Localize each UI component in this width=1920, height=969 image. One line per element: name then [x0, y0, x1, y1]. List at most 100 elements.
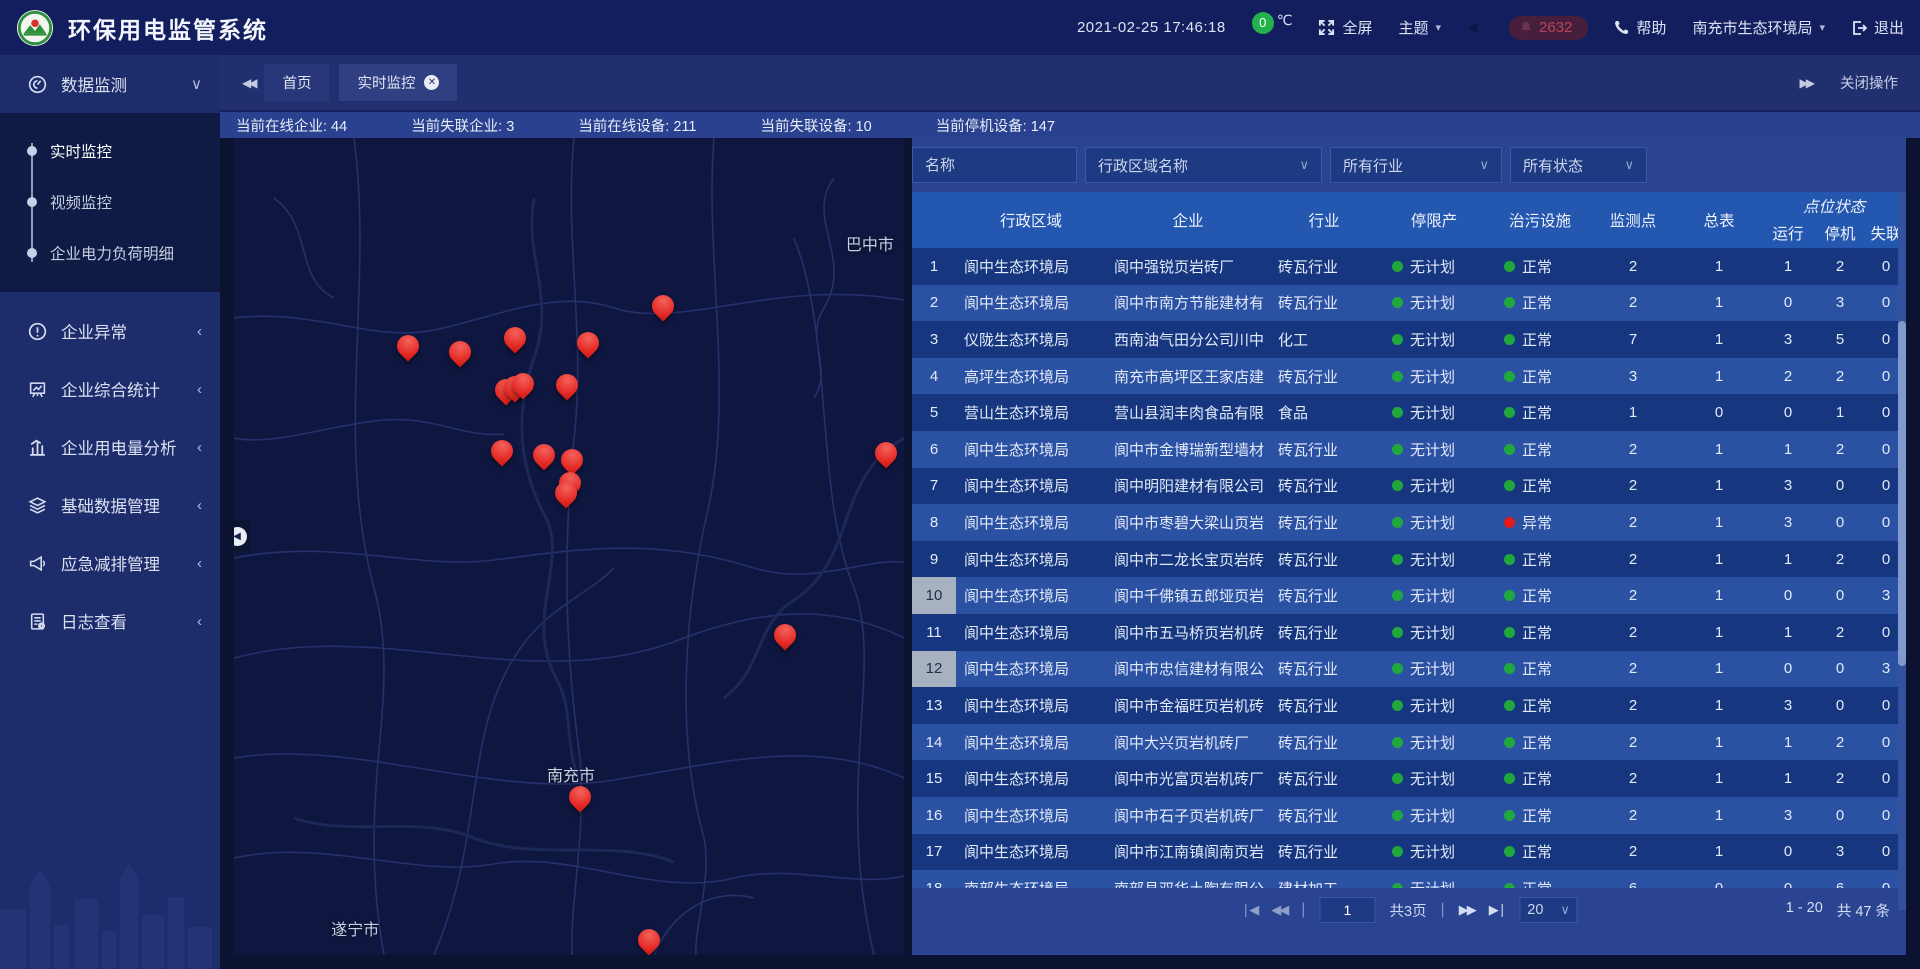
table-row[interactable]: 10阆中生态环境局阆中千佛镇五郎垭页岩砖瓦行业无计划正常21003	[912, 577, 1906, 614]
bar-chart-icon	[26, 438, 48, 457]
notification-count: 2632	[1539, 19, 1572, 36]
megaphone-icon	[26, 554, 48, 573]
industry-filter-select[interactable]: 所有行业 ∨	[1330, 147, 1502, 183]
name-filter-input[interactable]	[912, 147, 1077, 183]
table-row[interactable]: 14阆中生态环境局阆中大兴页岩机砖厂砖瓦行业无计划正常21120	[912, 724, 1906, 761]
page-number-input[interactable]	[1319, 897, 1375, 923]
map-collapse-handle[interactable]: ◀	[234, 520, 250, 552]
cell-meters: 1	[1676, 587, 1762, 604]
prev-page-icon[interactable]: ◀◀	[1271, 902, 1287, 918]
status-dot-icon	[1504, 627, 1515, 638]
cell-facility-status: 正常	[1490, 549, 1590, 570]
table-row[interactable]: 8阆中生态环境局阆中市枣碧大梁山页岩砖瓦行业无计划异常21300	[912, 504, 1906, 541]
map-pin-icon[interactable]	[555, 482, 577, 504]
map-pin-icon[interactable]	[533, 444, 555, 466]
map-pin-icon[interactable]	[556, 374, 578, 396]
chevron-down-icon: ∨	[1560, 902, 1570, 918]
table-row[interactable]: 16阆中生态环境局阆中市石子页岩机砖厂砖瓦行业无计划正常21300	[912, 797, 1906, 834]
table-header: 行政区域企业行业停限产治污设施监测点总表点位状态运行停机失联	[912, 192, 1906, 248]
theme-dropdown[interactable]: 主题 ▾	[1399, 17, 1442, 38]
status-dot-icon	[1392, 773, 1403, 784]
temperature-unit: ℃	[1277, 12, 1293, 29]
row-index: 9	[912, 541, 956, 578]
table-row[interactable]: 3仪陇生态环境局西南油气田分公司川中化工无计划正常71350	[912, 321, 1906, 358]
scrollbar-thumb[interactable]	[1898, 321, 1906, 666]
cell-facility-status: 正常	[1490, 439, 1590, 460]
fullscreen-button[interactable]: 全屏	[1318, 17, 1372, 38]
map-pin-icon[interactable]	[652, 295, 674, 317]
map-pin-icon[interactable]	[491, 440, 513, 462]
cell-meters: 1	[1676, 514, 1762, 531]
table-row[interactable]: 7阆中生态环境局阆中明阳建材有限公司砖瓦行业无计划正常21300	[912, 468, 1906, 505]
sidebar-item-1[interactable]: 企业异常‹	[0, 302, 220, 360]
sidebar-item-6[interactable]: 日志查看‹	[0, 592, 220, 650]
map-pin-icon[interactable]	[569, 786, 591, 808]
cell-points: 2	[1590, 551, 1676, 568]
table-row[interactable]: 12阆中生态环境局阆中市忠信建材有限公砖瓦行业无计划正常21003	[912, 651, 1906, 688]
first-page-icon[interactable]: ❘◀	[1240, 902, 1257, 918]
map-pin-icon[interactable]	[638, 929, 660, 951]
table-row[interactable]: 5营山生态环境局营山县润丰肉食品有限食品无计划正常10010	[912, 394, 1906, 431]
map-pin-icon[interactable]	[774, 624, 796, 646]
cell-facility-status: 正常	[1490, 768, 1590, 789]
filter-bar: 行政区域名称 ∨ 所有行业 ∨ 所有状态 ∨	[912, 147, 1906, 183]
sidebar-subitem[interactable]: 企业电力负荷明细	[0, 227, 220, 278]
tabs-scroll-right-icon[interactable]: ▶▶	[1800, 76, 1812, 90]
announcement-button[interactable]	[1467, 20, 1483, 36]
table-row[interactable]: 9阆中生态环境局阆中市二龙长宝页岩砖砖瓦行业无计划正常21120	[912, 541, 1906, 578]
map-pin-icon[interactable]	[577, 332, 599, 354]
close-icon[interactable]: ✕	[424, 75, 439, 90]
map-pin-icon[interactable]	[504, 327, 526, 349]
tab-home[interactable]: 首页	[264, 64, 329, 101]
logout-button[interactable]: 退出	[1851, 17, 1904, 38]
next-page-icon[interactable]: ▶▶	[1459, 902, 1475, 918]
chevron-left-icon: ‹	[197, 323, 202, 340]
sidebar-item-0[interactable]: 数据监测∨	[0, 55, 220, 113]
cell-industry: 砖瓦行业	[1270, 768, 1378, 789]
cell-facility-status: 正常	[1490, 658, 1590, 679]
table-row[interactable]: 2阆中生态环境局阆中市南方节能建材有砖瓦行业无计划正常21030	[912, 285, 1906, 322]
tab-realtime-monitor[interactable]: 实时监控 ✕	[339, 64, 457, 101]
sidebar-item-4[interactable]: 基础数据管理‹	[0, 476, 220, 534]
table-row[interactable]: 6阆中生态环境局阆中市金博瑞新型墙材砖瓦行业无计划正常21120	[912, 431, 1906, 468]
cell-limit-status: 无计划	[1378, 256, 1490, 277]
table-row[interactable]: 17阆中生态环境局阆中市江南镇阆南页岩砖瓦行业无计划正常21030	[912, 834, 1906, 871]
status-filter-select[interactable]: 所有状态 ∨	[1510, 147, 1647, 183]
content: 巴中市南充市遂宁市 ◀ 行政区域名称 ∨ 所有行业 ∨ 所有状态 ∨ 行政区域企…	[220, 138, 1920, 955]
cell-limit-status: 无计划	[1378, 622, 1490, 643]
name-filter-input[interactable]	[925, 157, 1064, 174]
app-logo-icon	[16, 9, 54, 47]
table-row[interactable]: 13阆中生态环境局阆中市金福旺页岩机砖砖瓦行业无计划正常21300	[912, 687, 1906, 724]
map-pin-icon[interactable]	[512, 373, 534, 395]
sidebar-subitem[interactable]: 实时监控	[0, 125, 220, 176]
table-row[interactable]: 1阆中生态环境局阆中强锐页岩砖厂砖瓦行业无计划正常21120	[912, 248, 1906, 285]
cell-run: 0	[1762, 660, 1814, 677]
cell-limit-status: 无计划	[1378, 292, 1490, 313]
table-row[interactable]: 4高坪生态环境局南充市高坪区王家店建砖瓦行业无计划正常31220	[912, 358, 1906, 395]
map-pin-icon[interactable]	[561, 449, 583, 471]
close-operations-button[interactable]: 关闭操作	[1840, 72, 1898, 93]
map-pin-icon[interactable]	[397, 335, 419, 357]
sidebar-subitem[interactable]: 视频监控	[0, 176, 220, 227]
page-size-select[interactable]: 20 ∨	[1520, 897, 1578, 923]
help-button[interactable]: 帮助	[1614, 17, 1666, 38]
region-filter-select[interactable]: 行政区域名称 ∨	[1085, 147, 1322, 183]
map[interactable]: 巴中市南充市遂宁市 ◀	[234, 138, 904, 955]
sidebar-item-3[interactable]: 企业用电量分析‹	[0, 418, 220, 476]
cell-facility-status: 正常	[1490, 732, 1590, 753]
last-page-icon[interactable]: ▶❘	[1489, 902, 1506, 918]
notification-badge[interactable]: 2632	[1509, 16, 1588, 40]
monitor-panel: 行政区域名称 ∨ 所有行业 ∨ 所有状态 ∨ 行政区域企业行业停限产治污设施监测…	[912, 138, 1906, 955]
table-row[interactable]: 11阆中生态环境局阆中市五马桥页岩机砖砖瓦行业无计划正常21120	[912, 614, 1906, 651]
sidebar-item-2[interactable]: 企业综合统计‹	[0, 360, 220, 418]
map-pin-icon[interactable]	[449, 341, 471, 363]
sidebar-item-5[interactable]: 应急减排管理‹	[0, 534, 220, 592]
table-row[interactable]: 15阆中生态环境局阆中市光富页岩机砖厂砖瓦行业无计划正常21120	[912, 760, 1906, 797]
cell-company: 阆中强锐页岩砖厂	[1106, 256, 1270, 277]
org-dropdown[interactable]: 南充市生态环境局 ▾	[1692, 17, 1825, 38]
log-file-icon	[26, 612, 48, 631]
chevron-down-icon: ∨	[1624, 157, 1634, 173]
tabs-scroll-left-icon[interactable]: ◀◀	[242, 76, 254, 90]
map-pin-icon[interactable]	[875, 442, 897, 464]
table-row[interactable]: 18南部生态环境局南部县双华土陶有限公建材加工无计划正常60060	[912, 870, 1906, 888]
